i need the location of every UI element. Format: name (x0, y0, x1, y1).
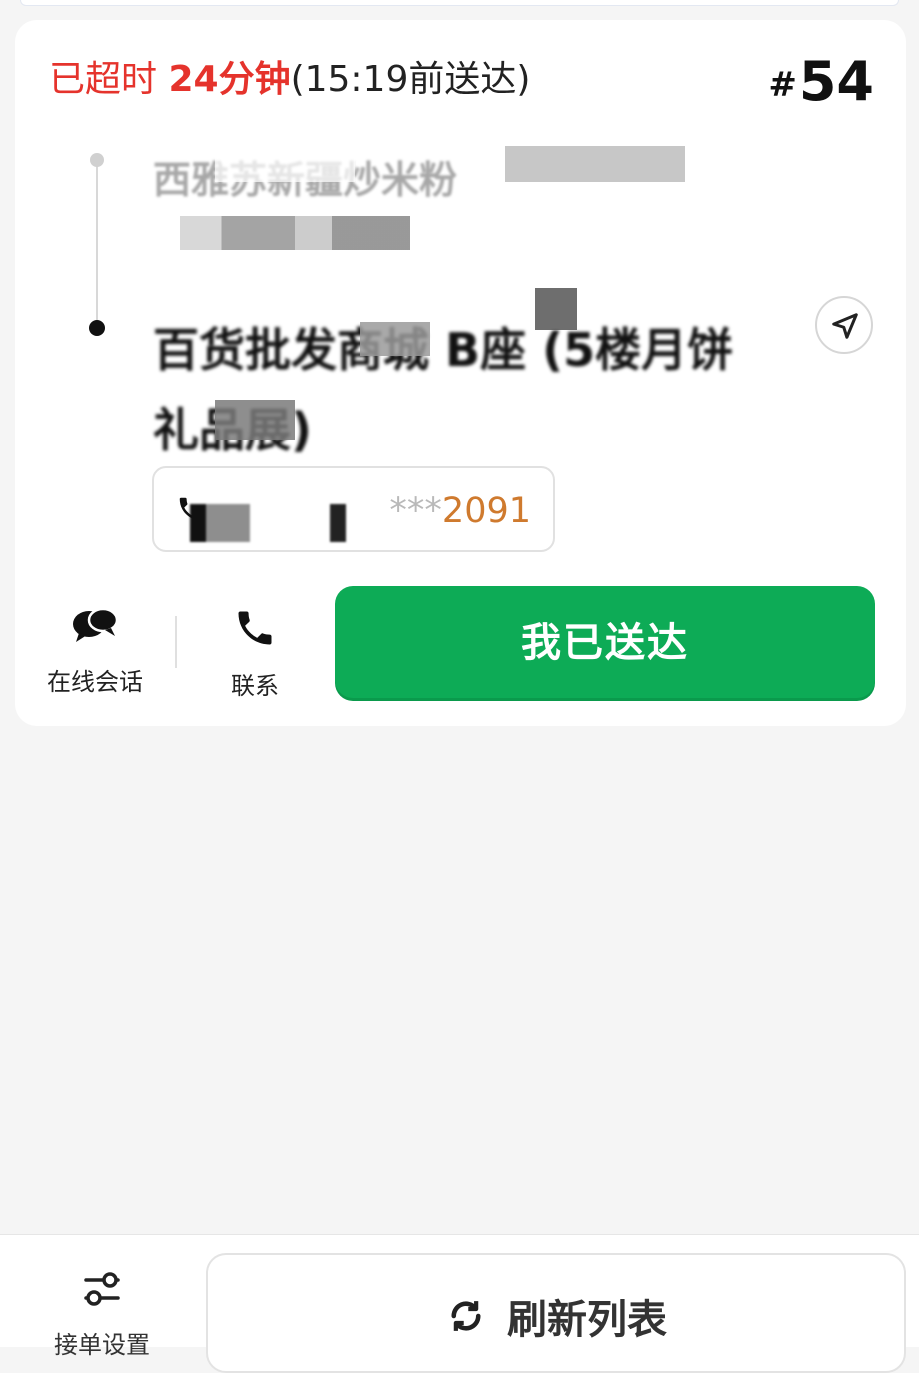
destination-mask (215, 400, 295, 440)
navigation-arrow-icon (832, 313, 858, 339)
phone-icon (238, 611, 272, 645)
pickup-address-detail-mask (180, 216, 410, 250)
contact-button[interactable]: 联系 (210, 606, 300, 701)
phone-last-digits: 2091 (441, 491, 531, 531)
pickup-dot (90, 153, 104, 167)
phone-number-mask (190, 504, 390, 542)
contact-label: 联系 (231, 672, 279, 700)
phone-number: ***2091 (389, 488, 531, 534)
online-chat-label: 在线会话 (47, 668, 143, 696)
navigation-button[interactable] (815, 296, 873, 354)
pickup-mask (215, 148, 355, 182)
destination-mask (535, 288, 577, 330)
route-connector (96, 162, 98, 330)
refresh-list-label: 刷新列表 (507, 1297, 667, 1343)
delivery-deadline: (15:19前送达) (290, 59, 531, 100)
order-number-value: 54 (798, 50, 874, 113)
order-number: #54 (768, 52, 874, 115)
action-divider (175, 616, 177, 668)
bottom-bar: 接单设置 刷新列表 (0, 1234, 919, 1373)
overdue-minutes: 24分钟 (168, 59, 291, 100)
customer-phone[interactable]: ***2091 (152, 466, 555, 552)
order-card: 已超时 24分钟(15:19前送达) #54 西雅苏新疆炒米粉 百货批发商城 B… (15, 20, 906, 726)
phone-masked-digits: *** (389, 491, 442, 531)
refresh-list-button[interactable]: 刷新列表 (206, 1253, 906, 1373)
online-chat-button[interactable]: 在线会话 (40, 606, 150, 697)
destination-address: 百货批发商城 B座 (5楼月饼礼品展) (153, 323, 734, 457)
slider-settings-icon (84, 1272, 120, 1306)
destination-mask (360, 322, 430, 356)
order-settings-label: 接单设置 (54, 1331, 150, 1359)
order-number-hash: # (768, 65, 797, 105)
refresh-list-content: 刷新列表 (445, 1287, 667, 1345)
refresh-icon (451, 1301, 481, 1331)
overdue-status: 已超时 24分钟(15:19前送达) (49, 54, 530, 106)
previous-card-edge (20, 0, 899, 6)
overdue-prefix: 已超时 (49, 59, 158, 100)
order-settings-button[interactable]: 接单设置 (32, 1271, 172, 1360)
chat-bubbles-icon (73, 607, 119, 642)
pickup-mask (505, 146, 685, 182)
destination-dot (89, 320, 105, 336)
delivered-button[interactable]: 我已送达 (335, 586, 875, 698)
